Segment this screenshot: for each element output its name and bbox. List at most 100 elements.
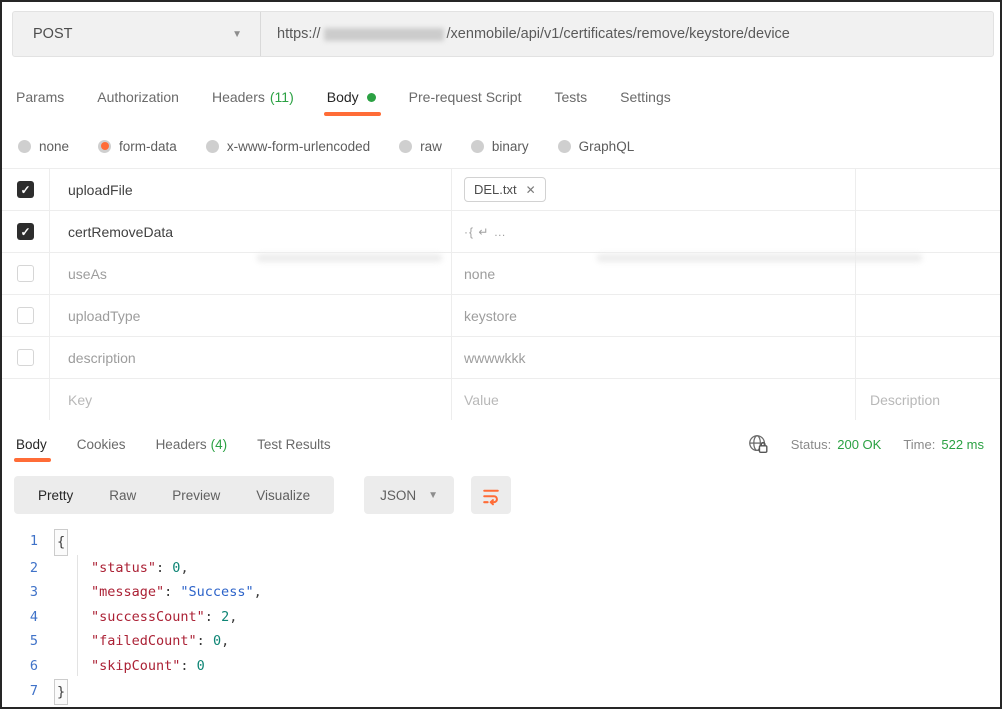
key-cell[interactable]: certRemoveData — [50, 211, 452, 252]
close-brace: } — [54, 679, 68, 706]
view-raw[interactable]: Raw — [91, 488, 154, 503]
tab-label: Pre-request Script — [409, 89, 522, 105]
tab-label: Headers — [212, 89, 265, 105]
chevron-down-icon: ▼ — [232, 29, 242, 40]
status-value: 200 OK — [837, 437, 881, 452]
description-cell[interactable] — [856, 295, 1002, 336]
mode-raw[interactable]: raw — [399, 139, 442, 154]
value-cell[interactable]: ·{ ↵ … — [452, 211, 856, 252]
key-cell[interactable]: uploadType — [50, 295, 452, 336]
value-cell[interactable]: Value — [452, 379, 856, 420]
mode-form-data[interactable]: form-data — [98, 139, 177, 154]
checkbox-unchecked-icon[interactable] — [17, 265, 34, 282]
headers-count-badge: (11) — [270, 89, 294, 105]
radio-icon — [18, 140, 31, 153]
method-label: POST — [33, 26, 72, 42]
code-line: 7} — [2, 679, 1002, 706]
time-value: 522 ms — [941, 437, 984, 452]
body-mode-selector: none form-data x-www-form-urlencoded raw… — [18, 133, 634, 159]
key-cell[interactable]: uploadFile — [50, 169, 452, 210]
remove-file-icon[interactable]: ✕ — [526, 183, 536, 197]
json-key: "status" — [91, 556, 156, 581]
tab-tests[interactable]: Tests — [554, 89, 587, 105]
method-selector[interactable]: POST ▼ — [13, 12, 261, 56]
description-cell[interactable] — [856, 169, 1002, 210]
json-key: "successCount" — [91, 605, 205, 630]
redacted-host — [324, 28, 444, 41]
view-preview[interactable]: Preview — [154, 488, 238, 503]
description-cell[interactable] — [856, 337, 1002, 378]
value-cell[interactable]: keystore — [452, 295, 856, 336]
file-chip: DEL.txt ✕ — [464, 177, 546, 202]
language-label: JSON — [380, 488, 416, 503]
json-comma: , — [221, 629, 229, 654]
indent-guide — [77, 555, 78, 676]
line-number: 6 — [2, 654, 54, 679]
wrap-text-button[interactable] — [471, 476, 511, 514]
url-input[interactable]: https:///xenmobile/api/v1/certificates/r… — [261, 12, 993, 56]
mode-x-www-form-urlencoded[interactable]: x-www-form-urlencoded — [206, 139, 370, 154]
tab-authorization[interactable]: Authorization — [97, 89, 179, 105]
tab-label: Cookies — [77, 437, 126, 452]
value-text: keystore — [464, 308, 517, 324]
tab-pre-request-script[interactable]: Pre-request Script — [409, 89, 522, 105]
view-visualize[interactable]: Visualize — [238, 488, 328, 503]
request-url-bar: POST ▼ https:///xenmobile/api/v1/certifi… — [12, 11, 994, 57]
redacted-text — [597, 254, 922, 262]
value-text: wwwwkkk — [464, 350, 525, 366]
json-key: "message" — [91, 580, 164, 605]
status-label: Status: — [791, 437, 831, 452]
description-cell[interactable]: Description — [856, 379, 1002, 420]
key-cell[interactable]: description — [50, 337, 452, 378]
tab-label: Body — [327, 89, 359, 105]
response-tab-test-results[interactable]: Test Results — [257, 437, 331, 452]
value-text: ·{ ↵ … — [464, 225, 507, 239]
table-row: uploadType keystore — [2, 294, 1002, 336]
tab-headers[interactable]: Headers (11) — [212, 89, 294, 105]
response-body-json[interactable]: 1{ 2"status": 0, 3"message": "Success", … — [2, 529, 1002, 705]
json-number-value: 0 — [213, 629, 221, 654]
json-comma: , — [254, 580, 262, 605]
response-tab-body[interactable]: Body — [16, 437, 47, 452]
mode-label: x-www-form-urlencoded — [227, 139, 370, 154]
tab-settings[interactable]: Settings — [620, 89, 671, 105]
key-text: description — [68, 350, 136, 366]
key-cell[interactable]: Key — [50, 379, 452, 420]
value-cell[interactable]: DEL.txt ✕ — [452, 169, 856, 210]
mode-label: form-data — [119, 139, 177, 154]
json-colon: : — [164, 580, 180, 605]
line-number: 5 — [2, 629, 54, 654]
tab-label: Authorization — [97, 89, 179, 105]
body-has-content-dot — [367, 93, 376, 102]
radio-icon — [471, 140, 484, 153]
line-number: 2 — [2, 556, 54, 581]
checkbox-checked-icon[interactable] — [17, 223, 34, 240]
tab-label: Tests — [554, 89, 587, 105]
tab-body[interactable]: Body — [327, 89, 376, 105]
chevron-down-icon: ▼ — [428, 490, 438, 501]
table-row: uploadFile DEL.txt ✕ — [2, 168, 1002, 210]
code-line: 6"skipCount": 0 — [2, 654, 1002, 679]
checkbox-checked-icon[interactable] — [17, 181, 34, 198]
mode-none[interactable]: none — [18, 139, 69, 154]
file-name: DEL.txt — [474, 182, 517, 197]
checkbox-unchecked-icon[interactable] — [17, 349, 34, 366]
mode-binary[interactable]: binary — [471, 139, 529, 154]
time-badge: Time: 522 ms — [903, 437, 984, 452]
value-text: none — [464, 266, 495, 282]
description-cell[interactable] — [856, 211, 1002, 252]
network-secure-icon[interactable] — [747, 433, 769, 455]
row-checkbox-cell — [2, 337, 50, 378]
url-path: /xenmobile/api/v1/certificates/remove/ke… — [447, 26, 790, 42]
row-checkbox-cell — [2, 379, 50, 420]
checkbox-unchecked-icon[interactable] — [17, 307, 34, 324]
mode-graphql[interactable]: GraphQL — [558, 139, 635, 154]
tab-params[interactable]: Params — [16, 89, 64, 105]
response-tab-cookies[interactable]: Cookies — [77, 437, 126, 452]
value-cell[interactable]: wwwwkkk — [452, 337, 856, 378]
view-pretty[interactable]: Pretty — [20, 488, 91, 503]
response-tab-headers[interactable]: Headers(4) — [156, 437, 228, 452]
code-line: 4"successCount": 2, — [2, 605, 1002, 630]
json-number-value: 0 — [172, 556, 180, 581]
language-selector[interactable]: JSON ▼ — [364, 476, 454, 514]
